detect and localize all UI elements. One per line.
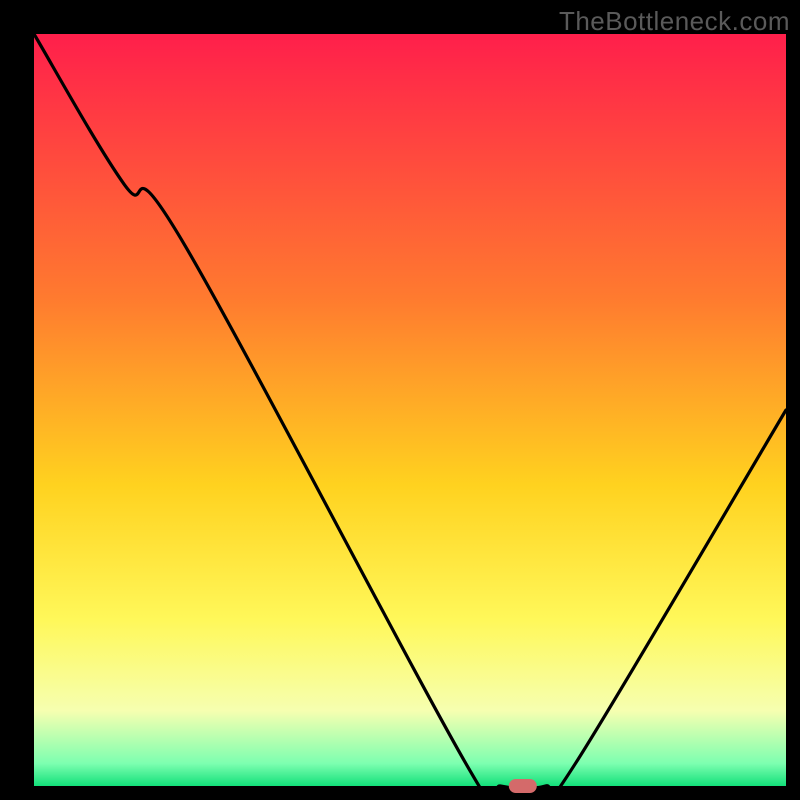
plot-background: [34, 34, 786, 786]
optimal-marker: [509, 779, 537, 793]
chart-stage: TheBottleneck.com: [0, 0, 800, 800]
bottleneck-chart: [0, 0, 800, 800]
